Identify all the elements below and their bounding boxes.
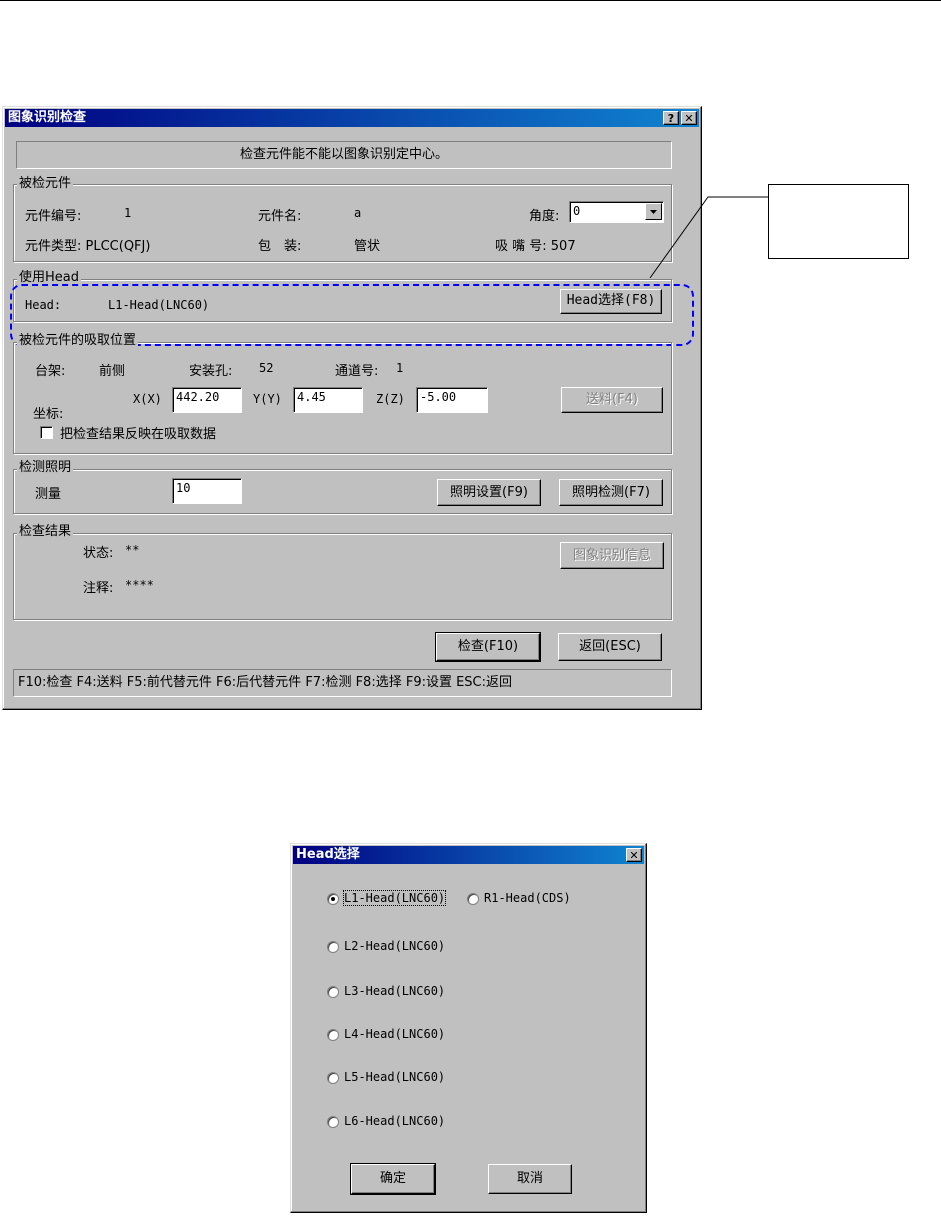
- lighting-setup-button[interactable]: 照明设置(F9): [437, 479, 541, 506]
- head-option-l5[interactable]: L5-Head(LNC60): [327, 1070, 457, 1086]
- head-option-l2[interactable]: L2-Head(LNC60): [327, 939, 457, 955]
- y-label: Y(Y): [253, 392, 282, 406]
- status-value: **: [125, 543, 140, 557]
- head-option-label: L3-Head(LNC60): [344, 984, 446, 998]
- reflect-result-label[interactable]: 把检查结果反映在吸取数据: [60, 423, 216, 442]
- callout-box: [768, 184, 909, 259]
- rack-value: 前侧: [99, 364, 126, 379]
- close-button[interactable]: ✕: [626, 848, 642, 862]
- recognition-info-button[interactable]: 图象识别信息: [560, 542, 664, 569]
- component-id-label: 元件编号:: [25, 209, 82, 224]
- package-label: 包 装:: [258, 239, 302, 254]
- radio-icon[interactable]: [327, 941, 339, 953]
- hole-label: 安装孔:: [189, 364, 233, 379]
- ok-button[interactable]: 确定: [350, 1163, 436, 1195]
- angle-label: 角度:: [529, 209, 560, 224]
- x-coordinate-input[interactable]: 442.20: [172, 387, 242, 413]
- head-option-label: L1-Head(LNC60): [342, 890, 447, 906]
- head-option-label: R1-Head(CDS): [484, 891, 571, 905]
- head-option-l4[interactable]: L4-Head(LNC60): [327, 1027, 457, 1043]
- hole-value: 52: [259, 361, 274, 375]
- feed-button[interactable]: 送料(F4): [561, 387, 663, 413]
- head-option-r1[interactable]: R1-Head(CDS): [467, 891, 597, 907]
- status-label: 状态:: [83, 546, 114, 561]
- radio-icon[interactable]: [327, 986, 339, 998]
- lighting-group-label: 检测照明: [17, 460, 74, 476]
- head-option-label: L6-Head(LNC60): [344, 1114, 446, 1128]
- coord-label: 坐标:: [33, 407, 64, 422]
- rack-label: 台架:: [35, 364, 66, 379]
- z-coordinate-input[interactable]: -5.00: [416, 387, 488, 413]
- back-button[interactable]: 返回(ESC): [558, 633, 662, 661]
- result-group-label: 检查结果: [17, 524, 74, 540]
- page-top-rule: [0, 0, 941, 1]
- radio-icon[interactable]: [327, 1029, 339, 1041]
- head-select-dialog: Head选择 ✕ L1-Head(LNC60) R1-Head(CDS) L2-…: [290, 843, 647, 1213]
- head-option-l3[interactable]: L3-Head(LNC60): [327, 984, 457, 1000]
- statusbar-text: F10:检查 F4:送料 F5:前代替元件 F6:后代替元件 F7:检测 F8:…: [18, 675, 513, 690]
- help-button[interactable]: ?: [663, 111, 679, 125]
- channel-label: 通道号:: [335, 364, 379, 379]
- radio-icon[interactable]: [327, 893, 339, 905]
- x-label: X(X): [133, 392, 162, 406]
- reflect-result-checkbox[interactable]: [40, 426, 53, 439]
- head-option-label: L5-Head(LNC60): [344, 1070, 446, 1084]
- angle-select-value: 0: [573, 204, 581, 218]
- radio-icon[interactable]: [327, 1116, 339, 1128]
- lighting-test-button[interactable]: 照明检测(F7): [559, 479, 663, 506]
- dialog-title: 图象识别检查: [8, 110, 87, 125]
- image-recognition-dialog: 图象识别检查 ? ✕ 检查元件能不能以图象识别定中心。 被检元件 元件编号: 1…: [2, 106, 702, 710]
- head-option-label: L2-Head(LNC60): [344, 939, 446, 953]
- pickup-group-label: 被检元件的吸取位置: [17, 333, 139, 349]
- dialog-titlebar: 图象识别检查 ? ✕: [5, 109, 699, 127]
- component-group-label: 被检元件: [17, 176, 74, 192]
- package-value: 管状: [354, 239, 381, 254]
- check-button[interactable]: 检查(F10): [435, 632, 541, 662]
- head-option-l6[interactable]: L6-Head(LNC60): [327, 1114, 457, 1130]
- component-name-label: 元件名:: [258, 209, 302, 224]
- banner-text: 检查元件能不能以图象识别定中心。: [239, 147, 448, 162]
- note-label: 注释:: [83, 581, 114, 596]
- shortcut-statusbar: F10:检查 F4:送料 F5:前代替元件 F6:后代替元件 F7:检测 F8:…: [13, 669, 672, 697]
- cancel-button[interactable]: 取消: [488, 1164, 572, 1194]
- nozzle-number: 吸 嘴 号: 507: [495, 239, 576, 254]
- measure-input[interactable]: 10: [172, 478, 242, 504]
- z-label: Z(Z): [376, 392, 405, 406]
- channel-value: 1: [396, 361, 404, 375]
- component-id-value: 1: [124, 206, 132, 220]
- radio-icon[interactable]: [467, 893, 479, 905]
- measure-label: 测量: [35, 487, 62, 502]
- head-option-label: L4-Head(LNC60): [344, 1027, 446, 1041]
- callout-leader-line: [649, 196, 769, 279]
- close-button[interactable]: ✕: [681, 111, 697, 125]
- component-name-value: a: [354, 206, 362, 220]
- component-type: 元件类型: PLCC(QFJ): [25, 239, 151, 254]
- instruction-banner: 检查元件能不能以图象识别定中心。: [16, 141, 672, 169]
- radio-icon[interactable]: [327, 1072, 339, 1084]
- head-select-title: Head选择: [296, 847, 360, 862]
- note-value: ****: [125, 578, 154, 592]
- y-coordinate-input[interactable]: 4.45: [293, 387, 363, 413]
- head-select-titlebar: Head选择 ✕: [293, 846, 644, 864]
- head-option-l1[interactable]: L1-Head(LNC60): [327, 890, 457, 907]
